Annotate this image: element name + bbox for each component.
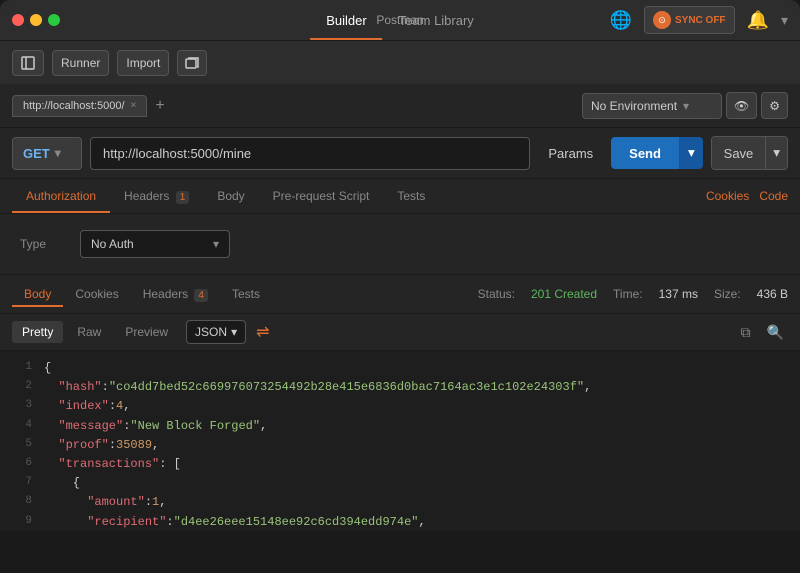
maximize-button[interactable] (48, 14, 60, 26)
json-line-7: 7 { (12, 474, 788, 493)
tab-body[interactable]: Body (203, 179, 258, 213)
tab-authorization[interactable]: Authorization (12, 179, 110, 213)
send-button[interactable]: Send (611, 137, 679, 169)
close-button[interactable] (12, 14, 24, 26)
size-label: Size: (714, 287, 741, 301)
save-chevron-icon: ▾ (773, 145, 780, 160)
send-button-group: Send ▾ (611, 137, 703, 169)
request-bar: GET ▾ Params Send ▾ Save ▾ (0, 128, 800, 179)
send-chevron-icon: ▾ (688, 145, 695, 160)
response-header: Body Cookies Headers 4 Tests Status: 201… (0, 275, 800, 314)
traffic-lights (12, 14, 60, 26)
add-tab-button[interactable]: + (151, 97, 168, 115)
send-dropdown-button[interactable]: ▾ (679, 137, 703, 169)
json-line-9: 9 "recipient": "d4ee26eee15148ee92c6cd39… (12, 513, 788, 532)
json-line-2: 2 "hash": "co4dd7bed52c669976073254492b2… (12, 378, 788, 397)
gear-icon: ⚙ (769, 99, 780, 113)
env-selector: No Environment ▾ 👁 ⚙ (582, 92, 788, 119)
url-tab-bar: http://localhost:5000/ × + No Environmen… (0, 84, 800, 128)
env-eye-button[interactable]: 👁 (726, 92, 757, 119)
url-tab-close[interactable]: × (131, 100, 137, 111)
json-line-6: 6 "transactions": [ (12, 455, 788, 474)
sync-button[interactable]: ⊙ SYNC OFF (644, 6, 735, 34)
cookies-link[interactable]: Cookies (706, 189, 749, 203)
eye-icon: 👁 (734, 99, 749, 113)
url-tabs: http://localhost:5000/ × + (12, 95, 574, 117)
time-value: 137 ms (659, 287, 698, 301)
json-line-8: 8 "amount": 1, (12, 493, 788, 512)
runner-button[interactable]: Runner (52, 50, 109, 76)
json-line-3: 3 "index": 4, (12, 397, 788, 416)
minimize-button[interactable] (30, 14, 42, 26)
new-window-button[interactable] (177, 50, 207, 76)
toolbar: Runner Import (0, 40, 800, 84)
import-button[interactable]: Import (117, 50, 169, 76)
code-link[interactable]: Code (759, 189, 788, 203)
tab-tests[interactable]: Tests (383, 179, 439, 213)
json-line-1: 1 { (12, 359, 788, 378)
world-icon[interactable]: 🌐 (610, 10, 632, 31)
resp-tab-body[interactable]: Body (12, 281, 63, 307)
tab-pre-request-script[interactable]: Pre-request Script (259, 179, 384, 213)
sync-icon: ⊙ (653, 11, 671, 29)
env-gear-button[interactable]: ⚙ (761, 92, 788, 119)
save-button[interactable]: Save (712, 137, 766, 169)
json-body: 1 { 2 "hash": "co4dd7bed52c6699760732544… (0, 351, 800, 531)
search-button[interactable]: 🔍 (763, 322, 788, 343)
response-tabs: Body Cookies Headers 4 Tests (12, 281, 272, 307)
size-value: 436 B (757, 287, 788, 301)
json-line-4: 4 "message": "New Block Forged", (12, 417, 788, 436)
resp-headers-badge: 4 (194, 289, 208, 302)
format-selector[interactable]: JSON ▾ (186, 320, 246, 344)
raw-button[interactable]: Raw (67, 321, 111, 343)
request-tabs-right: Cookies Code (706, 189, 788, 203)
tab-headers[interactable]: Headers 1 (110, 179, 203, 213)
format-chevron-icon: ▾ (231, 325, 237, 339)
env-dropdown[interactable]: No Environment ▾ (582, 93, 722, 119)
url-tab-item[interactable]: http://localhost:5000/ × (12, 95, 147, 117)
method-selector[interactable]: GET ▾ (12, 137, 82, 170)
auth-type-label: Type (20, 237, 60, 251)
headers-badge: 1 (176, 191, 190, 204)
body-toolbar: Pretty Raw Preview JSON ▾ ⇌ ⧉ 🔍 (0, 314, 800, 351)
tab-builder[interactable]: Builder (310, 0, 382, 40)
resp-tab-headers[interactable]: Headers 4 (131, 281, 220, 307)
sidebar-toggle-button[interactable] (12, 50, 44, 76)
request-tabs-left: Authorization Headers 1 Body Pre-request… (12, 179, 439, 213)
response-meta: Status: 201 Created Time: 137 ms Size: 4… (478, 287, 788, 301)
resp-tab-cookies[interactable]: Cookies (63, 281, 130, 307)
pretty-button[interactable]: Pretty (12, 321, 63, 343)
env-chevron-icon: ▾ (683, 99, 689, 113)
url-input[interactable] (90, 137, 530, 170)
time-label: Time: (613, 287, 643, 301)
chevron-down-icon[interactable]: ▾ (781, 12, 788, 29)
json-line-5: 5 "proof": 35089, (12, 436, 788, 455)
method-chevron-icon: ▾ (55, 146, 61, 160)
auth-section: Type No Auth ▾ (0, 214, 800, 275)
copy-button[interactable]: ⧉ (737, 322, 755, 343)
resp-tab-tests[interactable]: Tests (220, 281, 272, 307)
body-toolbar-right: ⧉ 🔍 (737, 322, 788, 343)
title-bar: Postman Builder Team Library 🌐 ⊙ SYNC OF… (0, 0, 800, 40)
request-tabs: Authorization Headers 1 Body Pre-request… (0, 179, 800, 214)
auth-type-dropdown[interactable]: No Auth ▾ (80, 230, 230, 258)
bell-icon[interactable]: 🔔 (747, 10, 769, 31)
status-value: 201 Created (531, 287, 597, 301)
auth-chevron-icon: ▾ (213, 237, 219, 251)
save-button-group: Save ▾ (711, 136, 788, 170)
save-dropdown-button[interactable]: ▾ (765, 137, 787, 169)
title-bar-right: 🌐 ⊙ SYNC OFF 🔔 ▾ (610, 6, 788, 34)
params-button[interactable]: Params (538, 138, 603, 169)
status-label: Status: (478, 287, 515, 301)
preview-button[interactable]: Preview (115, 321, 178, 343)
beautify-button[interactable]: ⇌ (250, 320, 275, 344)
tab-team-library[interactable]: Team Library (383, 0, 490, 40)
